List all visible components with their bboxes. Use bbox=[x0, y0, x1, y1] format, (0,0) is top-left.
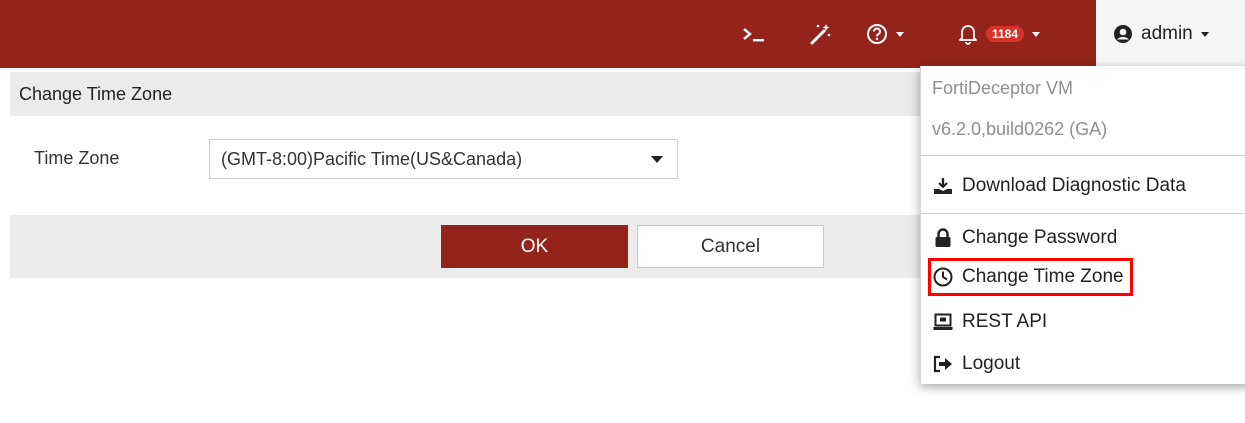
ok-button[interactable]: OK bbox=[441, 225, 628, 268]
logout-icon bbox=[932, 354, 954, 374]
chevron-down-icon bbox=[1200, 31, 1209, 37]
user-menu-button[interactable]: admin bbox=[1096, 0, 1245, 68]
bell-icon bbox=[958, 23, 978, 45]
clock-icon bbox=[932, 267, 954, 287]
lock-icon bbox=[932, 228, 954, 248]
notifications-button[interactable]: 1184 bbox=[958, 0, 1041, 68]
change-time-zone-item[interactable]: Change Time Zone bbox=[928, 258, 1133, 296]
terminal-icon bbox=[742, 24, 766, 44]
timezone-label: Time Zone bbox=[34, 148, 120, 168]
timezone-selected-value: (GMT-8:00)Pacific Time(US&Canada) bbox=[221, 148, 523, 169]
timezone-select[interactable]: (GMT-8:00)Pacific Time(US&Canada) bbox=[209, 139, 678, 179]
product-version: v6.2.0,build0262 (GA) bbox=[932, 119, 1108, 139]
download-icon bbox=[932, 176, 954, 196]
product-name: FortiDeceptor VM bbox=[932, 78, 1074, 98]
magic-wand-icon bbox=[808, 22, 832, 46]
rest-api-item[interactable]: REST API bbox=[928, 303, 1047, 341]
help-icon bbox=[866, 23, 888, 45]
top-bar: 1184 admin bbox=[0, 0, 1245, 68]
help-menu-button[interactable] bbox=[866, 0, 904, 68]
download-diagnostic-data-item[interactable]: Download Diagnostic Data bbox=[928, 167, 1186, 205]
dropdown-arrow-icon bbox=[651, 156, 663, 163]
api-icon bbox=[932, 312, 954, 332]
chevron-down-icon bbox=[1032, 31, 1041, 37]
notification-count-badge: 1184 bbox=[986, 26, 1025, 42]
cancel-button[interactable]: Cancel bbox=[637, 225, 824, 268]
user-icon bbox=[1113, 24, 1133, 44]
user-name: admin bbox=[1141, 23, 1193, 44]
chevron-down-icon bbox=[896, 31, 904, 37]
menu-divider bbox=[921, 155, 1245, 156]
wizard-button[interactable] bbox=[808, 0, 832, 68]
user-dropdown-menu: FortiDeceptor VM v6.2.0,build0262 (GA) D… bbox=[920, 66, 1245, 384]
menu-divider bbox=[921, 213, 1245, 214]
logout-item[interactable]: Logout bbox=[928, 345, 1020, 383]
change-password-item[interactable]: Change Password bbox=[928, 219, 1117, 257]
cli-console-button[interactable] bbox=[742, 0, 766, 68]
